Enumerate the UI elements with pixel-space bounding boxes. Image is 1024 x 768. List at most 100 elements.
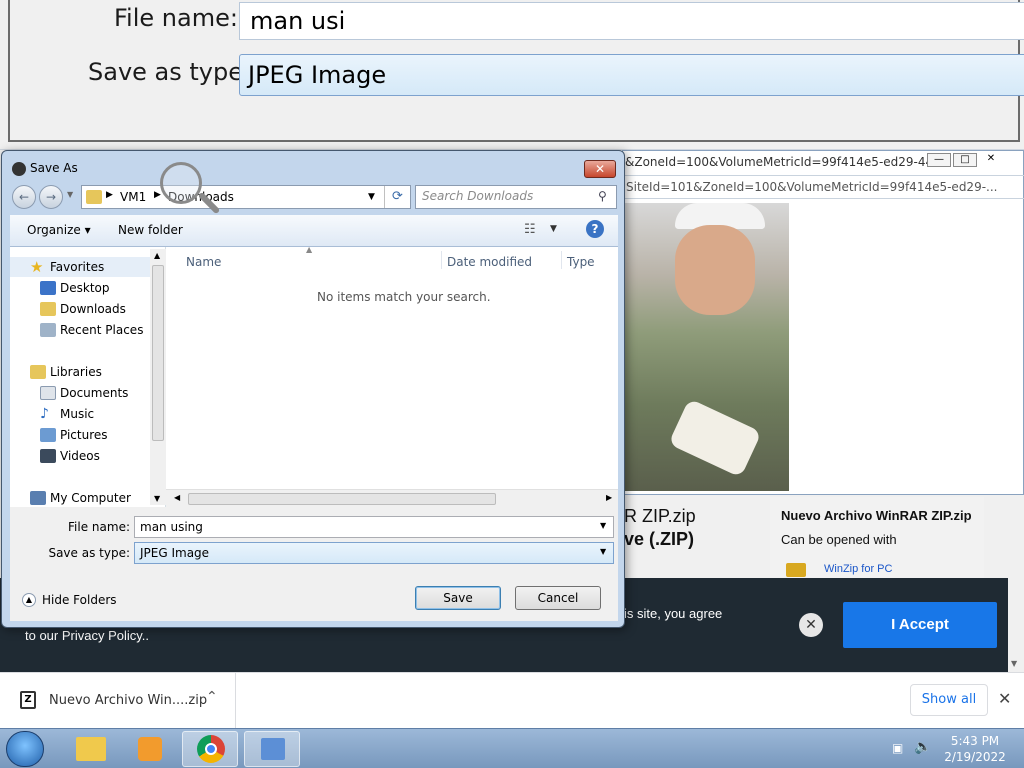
horizontal-scroll-thumb[interactable] xyxy=(188,493,496,505)
chrome-taskbar-icon[interactable] xyxy=(182,731,238,767)
dialog-title: Save As xyxy=(30,161,78,175)
volume-tray-icon[interactable]: 🔈 xyxy=(914,739,931,755)
system-clock[interactable]: 5:43 PM 2/19/2022 xyxy=(940,733,1010,765)
videos-icon xyxy=(40,449,56,463)
nav-videos[interactable]: Videos xyxy=(10,446,150,466)
scroll-down-arrow-icon[interactable]: ▼ xyxy=(1011,659,1017,668)
media-player-taskbar-icon[interactable] xyxy=(122,731,178,767)
close-window-button[interactable]: ✕ xyxy=(979,153,1003,167)
forward-arrow-icon[interactable]: → xyxy=(39,185,63,209)
column-type[interactable]: Type xyxy=(567,255,595,269)
cookie-text: is site, you agree xyxy=(624,606,723,621)
nav-favorites-label: Favorites xyxy=(50,260,105,274)
hide-folders-arrow-icon[interactable]: ▲ xyxy=(22,593,36,607)
nav-desktop[interactable]: Desktop xyxy=(10,278,150,298)
folder-icon xyxy=(86,190,102,204)
navigation-bar: ← → ▼ ▶ VM1 ▶ Downloads ▼ ⟳ Search Downl… xyxy=(10,183,618,211)
start-button-icon[interactable] xyxy=(6,731,44,767)
magnifier-view: File name: man usi Save as type: JPEG Im… xyxy=(0,0,1024,150)
network-tray-icon[interactable]: ▣ xyxy=(892,741,903,755)
file-name-label: File name: xyxy=(68,520,130,534)
nav-downloads[interactable]: Downloads xyxy=(10,299,150,319)
scroll-down-arrow-icon[interactable]: ▼ xyxy=(154,494,160,503)
address-dropdown-icon[interactable]: ▼ xyxy=(368,192,375,202)
maximize-button[interactable]: □ xyxy=(953,153,977,167)
breadcrumb-vm1[interactable]: VM1 xyxy=(120,190,146,204)
address-bar[interactable]: SiteId=101&ZoneId=100&VolumeMetricId=99f… xyxy=(623,175,1024,199)
nav-pictures[interactable]: Pictures xyxy=(10,425,150,445)
close-download-bar-icon[interactable]: ✕ xyxy=(998,689,1011,708)
network-app-taskbar-icon[interactable] xyxy=(244,731,300,767)
nav-my-computer[interactable]: My Computer xyxy=(10,488,150,508)
file-info-card: Nuevo Archivo WinRAR ZIP.zip Can be open… xyxy=(770,497,984,579)
organize-button[interactable]: Organize ▾ xyxy=(27,223,91,237)
magnified-dialog-frame: File name: man usi Save as type: JPEG Im… xyxy=(8,0,1024,142)
view-dropdown-icon[interactable]: ▼ xyxy=(550,224,557,234)
minimize-button[interactable]: — xyxy=(927,153,951,167)
help-icon[interactable]: ? xyxy=(586,220,604,238)
column-name[interactable]: Name xyxy=(186,255,221,269)
nav-libraries-label: Libraries xyxy=(50,365,102,379)
search-icon[interactable]: ⚲ xyxy=(598,189,607,203)
save-button[interactable]: Save xyxy=(415,586,501,610)
nav-videos-label: Videos xyxy=(60,449,100,463)
file-name-input[interactable]: man using xyxy=(134,516,614,538)
show-all-button[interactable]: Show all xyxy=(910,684,988,716)
page-heading-line1: R ZIP.zip xyxy=(624,506,696,526)
file-list-horizontal-scrollbar[interactable]: ◀ ▶ xyxy=(166,489,618,507)
chevron-up-icon[interactable]: ⌃ xyxy=(206,689,218,705)
nav-pane-scrollbar[interactable]: ▲ ▼ xyxy=(150,249,166,505)
recent-pages-dropdown-icon[interactable]: ▼ xyxy=(67,190,73,199)
column-divider xyxy=(561,251,562,269)
file-name-dropdown-icon[interactable]: ▼ xyxy=(600,521,606,530)
command-toolbar: Organize ▾ New folder ☷ ▼ ? xyxy=(10,215,618,247)
nav-libraries[interactable]: Libraries xyxy=(10,362,150,382)
zoom-file-name-label: File name: xyxy=(114,4,238,32)
magnifier-icon xyxy=(160,162,202,204)
save-as-dialog: Save As ✕ ← → ▼ ▶ VM1 ▶ Downloads ▼ ⟳ Se… xyxy=(1,150,625,628)
nav-pictures-label: Pictures xyxy=(60,428,108,442)
view-options-icon[interactable]: ☷ xyxy=(524,222,536,237)
cookie-close-icon[interactable]: ✕ xyxy=(799,613,823,637)
music-note-icon: ♪ xyxy=(40,406,49,422)
download-file-name: Nuevo Archivo Win....zip xyxy=(49,693,208,708)
zoom-save-type-select: JPEG Image xyxy=(239,54,1024,96)
clock-time: 5:43 PM xyxy=(950,734,1000,748)
save-type-label: Save as type: xyxy=(48,546,130,560)
documents-icon xyxy=(40,386,56,400)
scroll-up-arrow-icon[interactable]: ▲ xyxy=(154,251,160,260)
scroll-right-arrow-icon[interactable]: ▶ xyxy=(606,493,612,502)
nav-recent-places[interactable]: Recent Places xyxy=(10,320,150,340)
nav-computer-label: My Computer xyxy=(50,491,131,505)
address-breadcrumb[interactable]: ▶ VM1 ▶ Downloads ▼ ⟳ xyxy=(81,185,411,209)
explorer-taskbar-icon[interactable] xyxy=(62,731,118,767)
save-type-select[interactable]: JPEG Image xyxy=(134,542,614,564)
column-divider xyxy=(441,251,442,269)
hide-folders-button[interactable]: Hide Folders xyxy=(42,593,117,607)
file-info-subtitle: Can be opened with xyxy=(781,532,897,547)
nav-favorites[interactable]: ★ Favorites xyxy=(10,257,150,277)
nav-documents[interactable]: Documents xyxy=(10,383,150,403)
man-holding-blueprint-image xyxy=(625,203,789,491)
column-date-modified[interactable]: Date modified xyxy=(447,255,532,269)
back-arrow-icon[interactable]: ← xyxy=(12,185,36,209)
dialog-app-icon xyxy=(12,162,26,176)
save-type-dropdown-icon[interactable]: ▼ xyxy=(600,547,606,556)
dialog-close-button[interactable]: ✕ xyxy=(584,160,616,178)
zoom-file-name-input: man usi xyxy=(239,2,1024,40)
search-input[interactable]: Search Downloads xyxy=(415,185,617,209)
desktop-icon xyxy=(40,281,56,295)
scroll-left-arrow-icon[interactable]: ◀ xyxy=(174,493,180,502)
accept-cookies-button[interactable]: I Accept xyxy=(843,602,997,648)
winzip-link[interactable]: WinZip for PC xyxy=(824,563,892,575)
download-item[interactable]: Z Nuevo Archivo Win....zip ⌃ xyxy=(0,673,236,729)
nav-music-label: Music xyxy=(60,407,95,421)
star-icon: ★ xyxy=(30,258,44,276)
nav-scroll-thumb[interactable] xyxy=(152,265,164,441)
libraries-icon xyxy=(30,365,46,379)
nav-music[interactable]: ♪ Music xyxy=(10,404,150,424)
cancel-button[interactable]: Cancel xyxy=(515,586,601,610)
page-scrollbar[interactable]: ▼ xyxy=(1008,495,1024,672)
refresh-icon[interactable]: ⟳ xyxy=(384,186,410,208)
new-folder-button[interactable]: New folder xyxy=(118,223,183,237)
